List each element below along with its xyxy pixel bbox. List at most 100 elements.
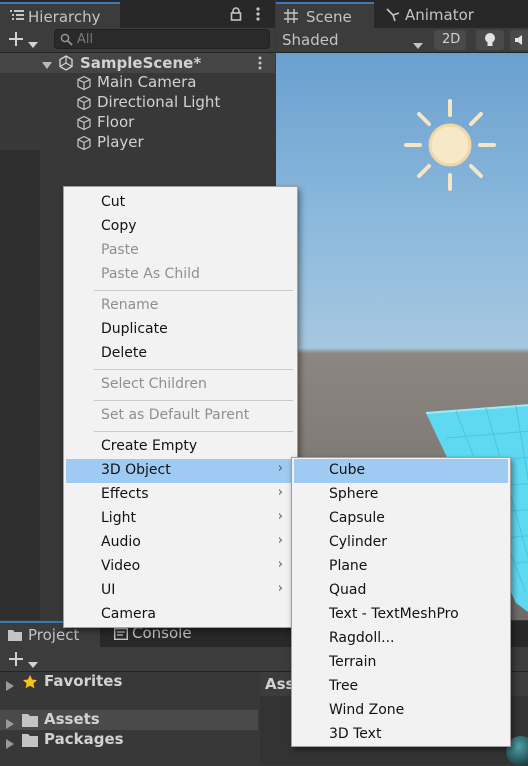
menu-item-label: 3D Object xyxy=(101,462,171,478)
hierarchy-indent-gutter xyxy=(0,150,40,620)
scene-audio-toggle[interactable] xyxy=(510,30,528,50)
hierarchy-tab-label: Hierarchy xyxy=(28,8,101,26)
create-plus-icon[interactable] xyxy=(8,31,24,47)
hierarchy-item-label: Directional Light xyxy=(97,93,221,111)
mode-2d-button[interactable]: 2D xyxy=(434,30,466,50)
submenu-item-capsule[interactable]: Capsule xyxy=(294,507,508,531)
menu-separator xyxy=(94,290,293,291)
scene-name: SampleScene* xyxy=(80,54,202,72)
shading-mode-label: Shaded xyxy=(282,31,339,49)
hierarchy-item-floor[interactable]: Floor xyxy=(76,113,271,133)
chevron-right-icon: › xyxy=(277,533,283,548)
submenu-item-sphere[interactable]: Sphere xyxy=(294,483,508,507)
menu-item-video[interactable]: Video › xyxy=(66,555,295,579)
menu-item-label: Cylinder xyxy=(329,534,387,550)
menu-item-set-default-parent: Set as Default Parent xyxy=(66,404,295,428)
chevron-down-icon[interactable] xyxy=(28,656,38,668)
menu-item-label: Sphere xyxy=(329,486,379,502)
scene-tab[interactable]: Scene xyxy=(276,2,374,28)
expand-arrow-icon[interactable] xyxy=(6,715,14,729)
menu-item-label: Rename xyxy=(101,297,159,313)
animator-tab-label: Animator xyxy=(405,6,474,24)
menu-item-effects[interactable]: Effects › xyxy=(66,483,295,507)
menu-item-label: Quad xyxy=(329,582,367,598)
assets-folder-item[interactable]: Assets xyxy=(0,710,258,730)
submenu-item-text-meshpro[interactable]: Text - TextMeshPro xyxy=(294,603,508,627)
scene-tab-label: Scene xyxy=(306,8,352,26)
menu-item-label: Wind Zone xyxy=(329,702,405,718)
directional-light-gizmo-icon[interactable] xyxy=(402,97,498,193)
3d-object-submenu: Cube Sphere Capsule Cylinder Plane Quad … xyxy=(291,457,511,747)
hierarchy-search[interactable] xyxy=(54,29,270,49)
folder-icon xyxy=(22,713,38,727)
chevron-right-icon: › xyxy=(277,557,283,572)
menu-separator xyxy=(94,369,293,370)
menu-item-label: Select Children xyxy=(101,376,207,392)
menu-item-copy[interactable]: Copy xyxy=(66,215,295,239)
project-create-plus-icon[interactable] xyxy=(8,651,24,667)
menu-item-label: 3D Text xyxy=(329,726,382,742)
console-icon xyxy=(113,627,129,641)
menu-item-audio[interactable]: Audio › xyxy=(66,531,295,555)
folder-icon xyxy=(22,733,38,747)
hierarchy-tab[interactable]: Hierarchy xyxy=(0,2,120,28)
menu-item-3d-object[interactable]: 3D Object › xyxy=(66,459,295,483)
project-folder-tree: Favorites Assets Packages xyxy=(0,672,258,765)
mode-2d-label: 2D xyxy=(442,32,461,47)
menu-item-label: Delete xyxy=(101,345,147,361)
menu-item-cut[interactable]: Cut xyxy=(66,191,295,215)
submenu-item-ragdoll[interactable]: Ragdoll... xyxy=(294,627,508,651)
scene-lighting-toggle[interactable] xyxy=(476,30,504,50)
menu-item-label: Light xyxy=(101,510,136,526)
menu-item-label: UI xyxy=(101,582,116,598)
menu-item-duplicate[interactable]: Duplicate xyxy=(66,318,295,342)
favorites-item[interactable]: Favorites xyxy=(0,672,258,692)
lock-icon[interactable] xyxy=(230,7,242,21)
submenu-item-plane[interactable]: Plane xyxy=(294,555,508,579)
project-tab-label: Project xyxy=(28,626,80,644)
gameobject-cube-icon xyxy=(76,135,92,151)
menu-item-create-empty[interactable]: Create Empty xyxy=(66,435,295,459)
menu-item-label: Duplicate xyxy=(101,321,168,337)
search-icon xyxy=(60,33,73,46)
menu-item-light[interactable]: Light › xyxy=(66,507,295,531)
search-input[interactable] xyxy=(77,30,257,48)
menu-item-label: Terrain xyxy=(329,654,377,670)
packages-folder-item[interactable]: Packages xyxy=(0,730,258,750)
menu-item-delete[interactable]: Delete xyxy=(66,342,295,366)
submenu-item-quad[interactable]: Quad xyxy=(294,579,508,603)
menu-item-ui[interactable]: UI › xyxy=(66,579,295,603)
shading-mode-dropdown[interactable]: Shaded xyxy=(276,28,428,52)
menu-item-label: Audio xyxy=(101,534,141,550)
chevron-down-icon[interactable] xyxy=(28,36,38,48)
favorites-label: Favorites xyxy=(44,672,123,690)
star-icon xyxy=(22,674,38,690)
submenu-item-cylinder[interactable]: Cylinder xyxy=(294,531,508,555)
submenu-item-terrain[interactable]: Terrain xyxy=(294,651,508,675)
menu-item-label: Tree xyxy=(329,678,359,694)
chevron-right-icon: › xyxy=(277,485,283,500)
submenu-item-wind-zone[interactable]: Wind Zone xyxy=(294,699,508,723)
unity-scene-icon xyxy=(58,55,74,71)
scene-more-icon[interactable] xyxy=(257,56,263,70)
animator-tab[interactable]: Animator xyxy=(380,2,500,28)
menu-separator xyxy=(94,431,293,432)
expand-arrow-icon[interactable] xyxy=(42,58,52,69)
gameobject-cube-icon xyxy=(76,95,92,111)
hierarchy-more-icon[interactable] xyxy=(255,6,261,22)
hierarchy-item-player[interactable]: Player xyxy=(76,133,271,153)
menu-item-label: Video xyxy=(101,558,141,574)
submenu-item-cube[interactable]: Cube xyxy=(294,459,508,483)
expand-arrow-icon[interactable] xyxy=(6,735,14,749)
submenu-item-tree[interactable]: Tree xyxy=(294,675,508,699)
chevron-right-icon: › xyxy=(277,581,283,596)
menu-item-label: Paste As Child xyxy=(101,266,200,282)
menu-item-camera[interactable]: Camera xyxy=(66,603,295,627)
packages-label: Packages xyxy=(44,730,124,748)
expand-arrow-icon[interactable] xyxy=(6,677,14,691)
hierarchy-context-menu: Cut Copy Paste Paste As Child Rename Dup… xyxy=(63,186,298,628)
hierarchy-item-main-camera[interactable]: Main Camera xyxy=(76,73,271,93)
hierarchy-item-label: Floor xyxy=(97,113,135,131)
hierarchy-item-directional-light[interactable]: Directional Light xyxy=(76,93,271,113)
submenu-item-3d-text[interactable]: 3D Text xyxy=(294,723,508,747)
